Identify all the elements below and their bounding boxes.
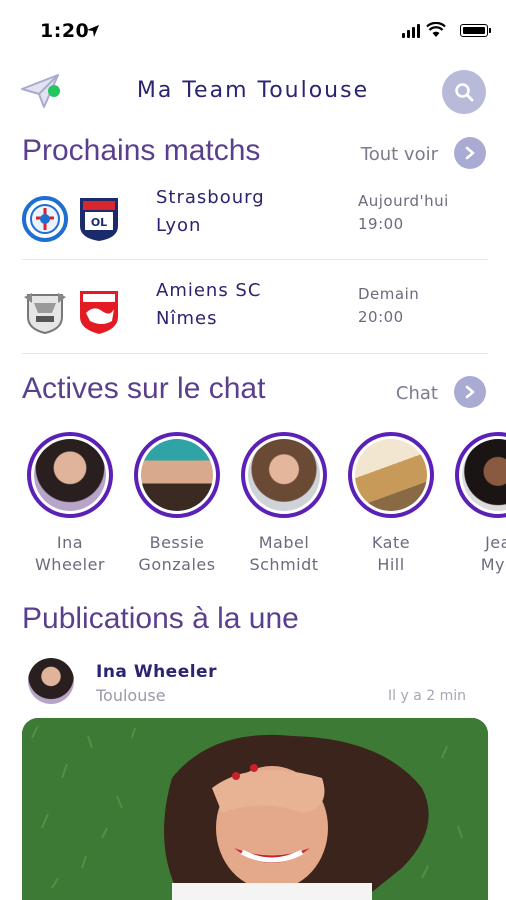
page-title: Ma Team Toulouse bbox=[136, 78, 370, 103]
cellular-signal-icon bbox=[402, 24, 420, 38]
home-team: Strasbourg bbox=[156, 187, 265, 208]
member-avatar-item[interactable]: JeaMye bbox=[448, 432, 506, 576]
publications-section-title: Publications à la une bbox=[22, 602, 299, 635]
away-team: Lyon bbox=[156, 215, 202, 236]
away-team: Nîmes bbox=[156, 308, 218, 329]
amiens-crest-icon bbox=[24, 293, 66, 335]
avatar bbox=[348, 432, 434, 518]
post-timestamp: Il y a 2 min bbox=[388, 688, 466, 704]
lyon-crest-icon: OL bbox=[80, 198, 118, 241]
see-all-button[interactable] bbox=[454, 137, 486, 169]
post-author-avatar[interactable] bbox=[28, 658, 74, 704]
battery-icon bbox=[460, 24, 491, 37]
search-icon bbox=[455, 83, 474, 102]
avatar bbox=[455, 432, 506, 518]
chevron-right-icon bbox=[465, 385, 475, 399]
active-members-list: Ina Wheeler Bessie Gonzales Mabel Schmidt K… bbox=[0, 432, 506, 592]
matches-section-title: Prochains matchs bbox=[22, 134, 261, 167]
home-team: Amiens SC bbox=[156, 280, 262, 301]
chat-button[interactable] bbox=[454, 376, 486, 408]
member-name: Bessie Gonzales bbox=[138, 533, 216, 574]
post-image[interactable] bbox=[22, 718, 488, 900]
post-author-name[interactable]: Ina Wheeler bbox=[96, 662, 217, 682]
strasbourg-crest-icon bbox=[22, 196, 68, 242]
see-all-link[interactable]: Tout voir bbox=[361, 144, 438, 165]
match-schedule: Demain 20:00 bbox=[358, 283, 419, 329]
avatar bbox=[27, 432, 113, 518]
member-name: Ina Wheeler bbox=[34, 533, 105, 574]
member-name: JeaMye bbox=[480, 533, 506, 574]
chat-section-title: Actives sur le chat bbox=[22, 372, 266, 405]
match-teams: Amiens SC Nîmes bbox=[156, 277, 261, 333]
match-row[interactable]: Amiens SC Nîmes Demain 20:00 bbox=[22, 277, 488, 357]
divider bbox=[22, 353, 488, 354]
match-day: Aujourd'hui bbox=[358, 192, 449, 210]
svg-text:OL: OL bbox=[91, 216, 107, 229]
chevron-right-icon bbox=[465, 146, 475, 160]
match-time: 19:00 bbox=[358, 215, 404, 233]
member-avatar-item[interactable]: Kate Hill bbox=[341, 432, 441, 576]
member-name: Mabel Schmidt bbox=[249, 533, 319, 574]
match-schedule: Aujourd'hui 19:00 bbox=[358, 190, 449, 236]
nimes-crest-icon bbox=[80, 291, 118, 334]
member-name: Kate Hill bbox=[371, 533, 411, 574]
member-avatar-item[interactable]: Mabel Schmidt bbox=[234, 432, 334, 576]
avatar bbox=[134, 432, 220, 518]
match-row[interactable]: OL Strasbourg Lyon Aujourd'hui 19:00 bbox=[22, 184, 488, 264]
app-header: Ma Team Toulouse bbox=[0, 65, 506, 119]
search-button[interactable] bbox=[442, 70, 486, 114]
status-bar: 1:20 bbox=[0, 0, 506, 60]
wifi-icon bbox=[426, 22, 446, 37]
post-location: Toulouse bbox=[96, 686, 166, 705]
match-time: 20:00 bbox=[358, 308, 404, 326]
member-avatar-item[interactable]: Bessie Gonzales bbox=[127, 432, 227, 576]
match-teams: Strasbourg Lyon bbox=[156, 184, 265, 240]
match-day: Demain bbox=[358, 285, 420, 303]
avatar bbox=[241, 432, 327, 518]
chat-link[interactable]: Chat bbox=[396, 383, 438, 404]
divider bbox=[22, 259, 488, 260]
post-photo bbox=[22, 718, 488, 900]
member-avatar-item[interactable]: Ina Wheeler bbox=[20, 432, 120, 576]
status-time: 1:20 bbox=[40, 20, 90, 42]
location-arrow-icon bbox=[87, 25, 99, 37]
